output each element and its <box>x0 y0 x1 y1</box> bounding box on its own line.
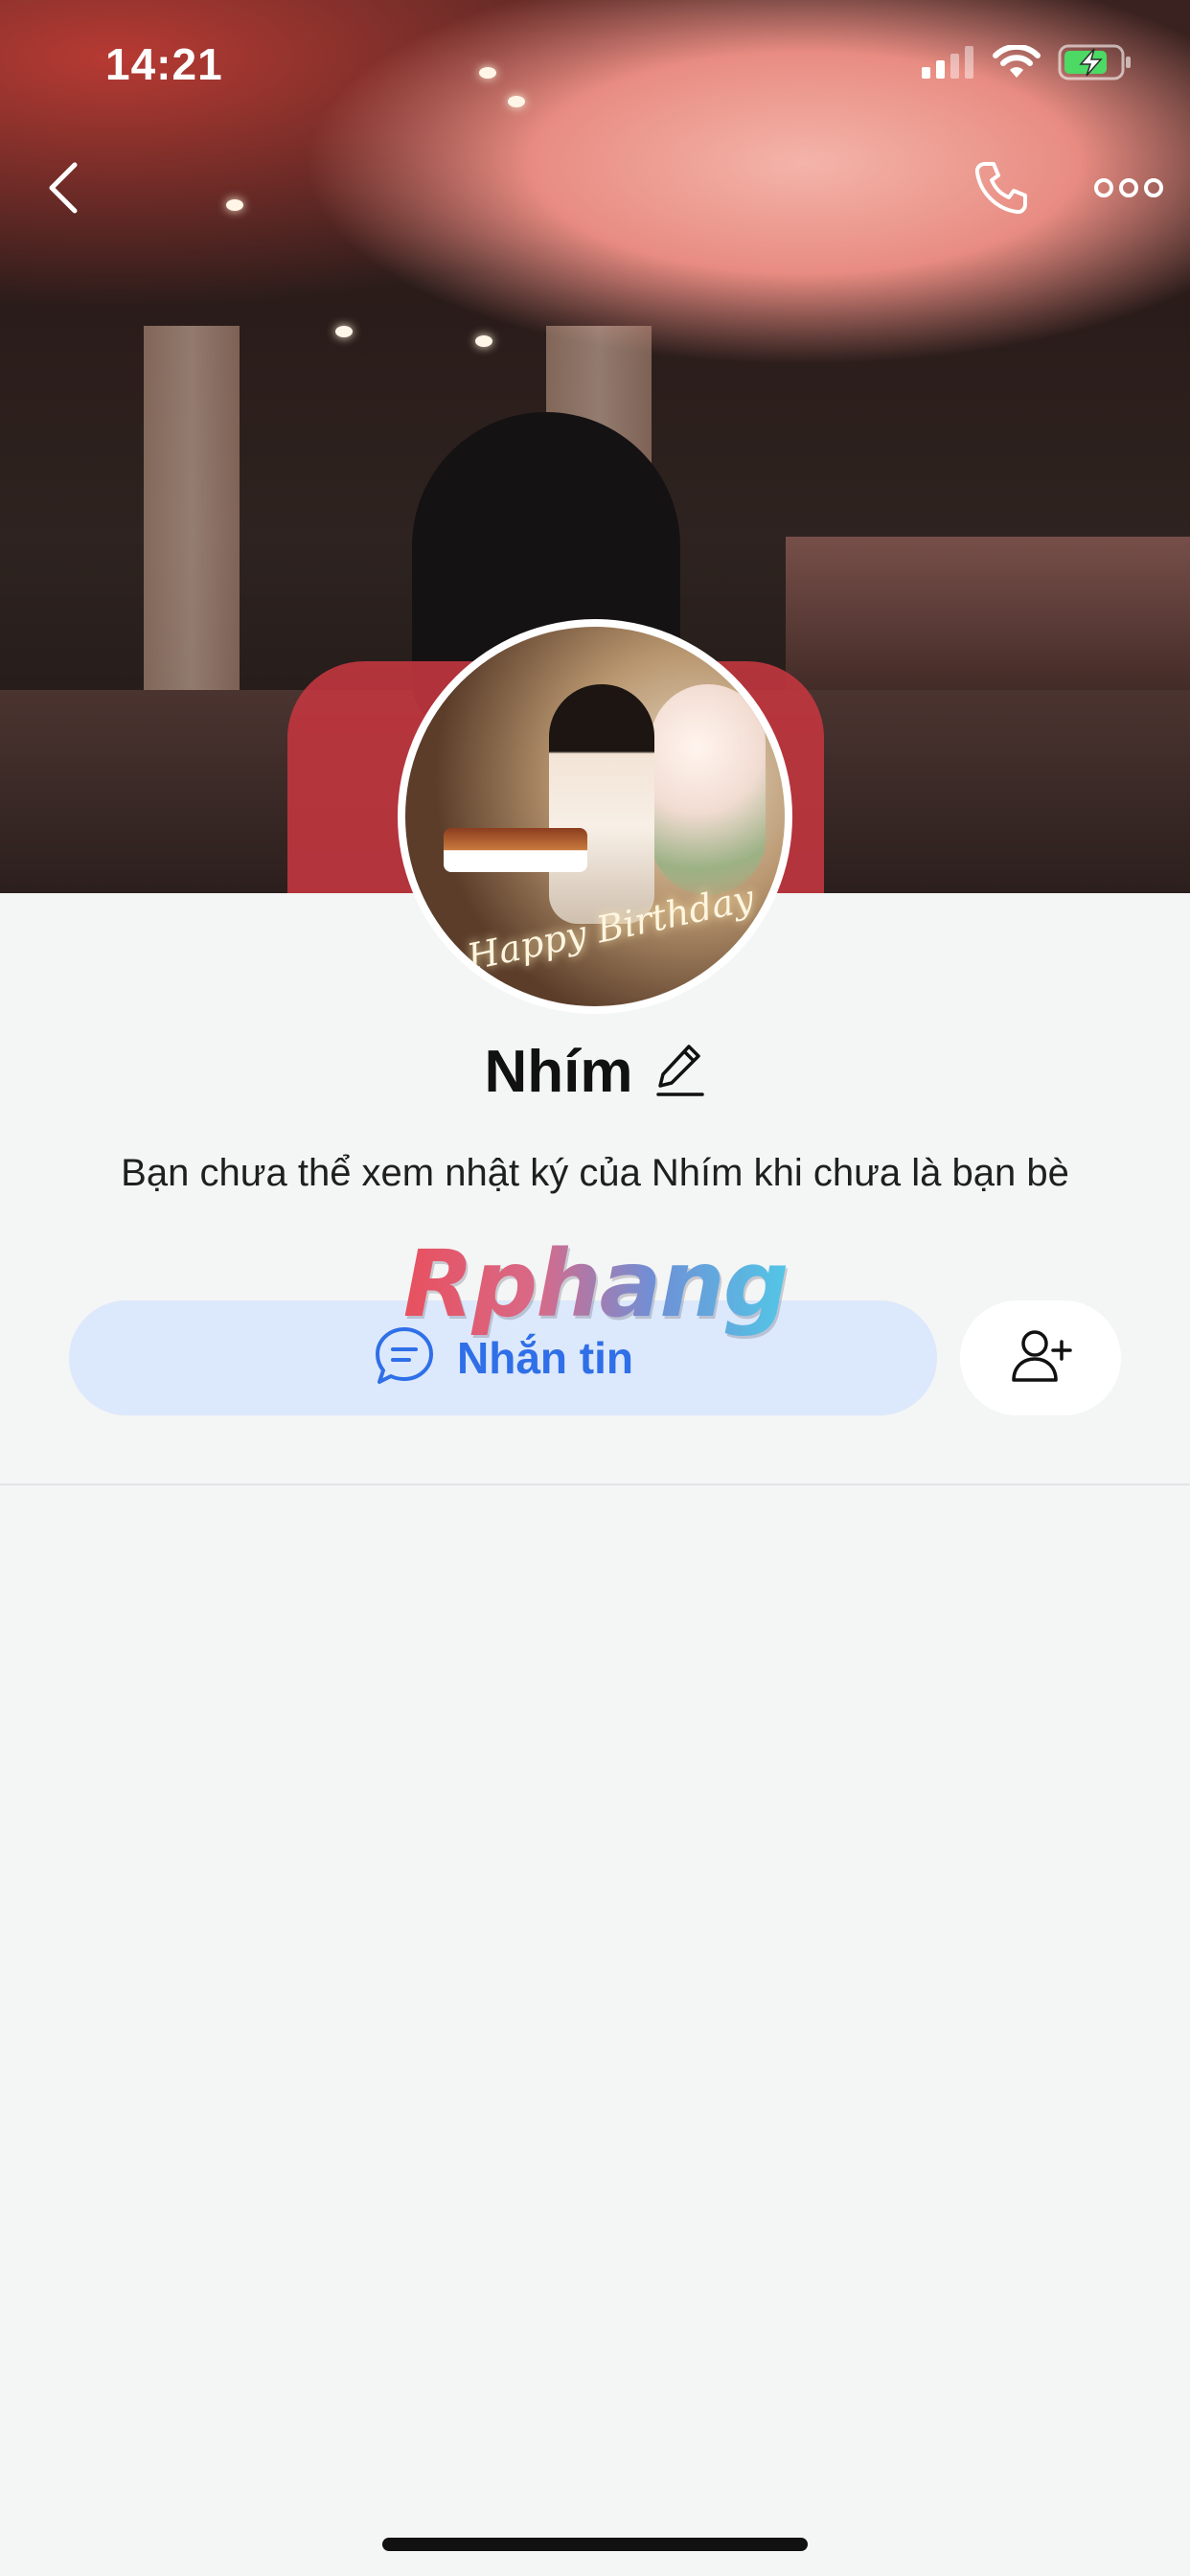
message-button-label: Nhắn tin <box>457 1333 633 1383</box>
profile-name: Nhím <box>484 1038 633 1105</box>
chevron-left-icon <box>46 161 80 219</box>
watermark-text: Rphang <box>402 1230 790 1338</box>
name-row: Nhím <box>0 1033 1190 1110</box>
profile-screen: 14:21 Happy Birthday Nhím Bạn chưa thể x… <box>0 0 1190 2576</box>
status-bar: 14:21 <box>0 0 1190 126</box>
cover-ceiling-light <box>475 335 492 347</box>
cellular-signal-icon <box>922 46 975 83</box>
friend-restriction-notice: Bạn chưa thể xem nhật ký của Nhím khi ch… <box>121 1152 1069 1194</box>
status-icons <box>922 43 1133 85</box>
cover-pillar <box>144 326 240 728</box>
watermark: Rphang <box>0 1230 1190 1338</box>
cover-ceiling-light <box>335 326 353 337</box>
back-button[interactable] <box>34 153 92 226</box>
avatar[interactable]: Happy Birthday <box>398 619 792 1014</box>
avatar-cake <box>444 828 587 872</box>
pencil-icon[interactable] <box>654 1041 706 1103</box>
avatar-photo: Happy Birthday <box>405 627 785 1006</box>
avatar-flowers <box>651 684 766 895</box>
home-indicator[interactable] <box>382 2538 808 2551</box>
battery-charging-icon <box>1058 44 1133 85</box>
section-divider <box>0 1484 1190 1485</box>
cover-ceiling-light <box>226 199 243 211</box>
more-options-button[interactable] <box>1083 153 1175 226</box>
status-time: 14:21 <box>105 39 223 89</box>
more-horizontal-icon <box>1094 176 1163 204</box>
phone-icon <box>972 158 1031 222</box>
wifi-icon <box>993 43 1041 84</box>
call-button[interactable] <box>963 153 1040 226</box>
avatar-person <box>549 684 654 924</box>
